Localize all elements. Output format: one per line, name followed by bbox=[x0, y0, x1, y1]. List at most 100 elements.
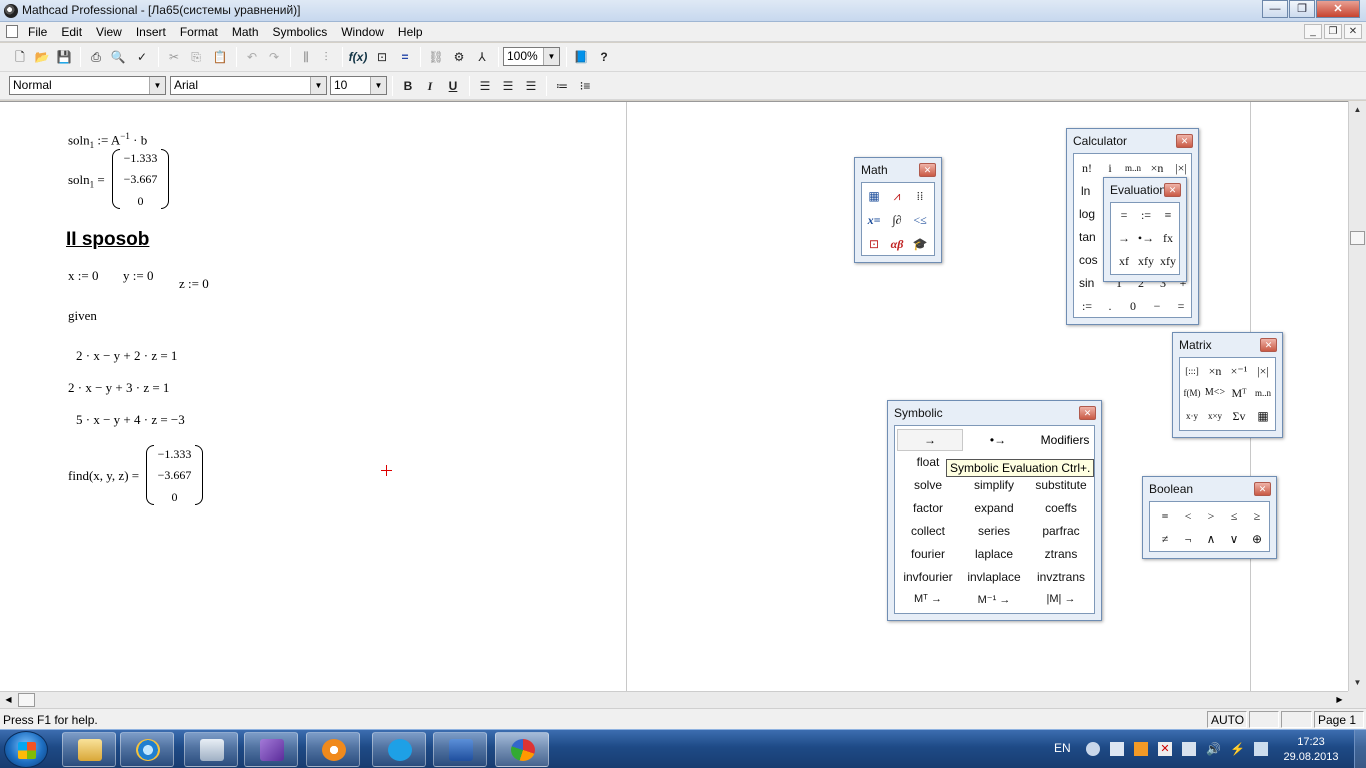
assign-button[interactable]: := bbox=[1076, 295, 1098, 317]
find-result-matrix[interactable]: −1.333 −3.667 0 bbox=[146, 445, 203, 505]
align-across-icon[interactable]: ⫼ bbox=[296, 47, 316, 67]
decimal-point-button[interactable]: . bbox=[1099, 295, 1121, 317]
soln1-definition[interactable]: soln1 := A−1 · b bbox=[68, 131, 147, 150]
action-center-icon[interactable]: ✕ bbox=[1158, 742, 1172, 756]
matrix-inverse-button[interactable]: ×⁻¹ bbox=[1228, 360, 1250, 382]
xor-button[interactable]: ⊕ bbox=[1246, 528, 1268, 550]
y-initial-value[interactable]: y := 0 bbox=[123, 268, 153, 284]
collect-button[interactable]: collect bbox=[895, 524, 961, 538]
symbolic-toolbar-icon[interactable]: 🎓 bbox=[909, 233, 931, 255]
menu-insert[interactable]: Insert bbox=[136, 25, 166, 39]
menu-help[interactable]: Help bbox=[398, 25, 423, 39]
infix-operator-button[interactable]: xfy bbox=[1135, 250, 1157, 272]
or-button[interactable]: ∨ bbox=[1223, 528, 1245, 550]
coeffs-button[interactable]: coeffs bbox=[1027, 501, 1095, 515]
bullet-list-icon[interactable]: ≔ bbox=[552, 76, 572, 96]
dot-product-button[interactable]: x·y bbox=[1181, 405, 1203, 427]
global-definition-button[interactable]: ≡ bbox=[1157, 204, 1179, 226]
vertical-scroll-thumb[interactable] bbox=[1350, 231, 1365, 245]
insert-unit-icon[interactable]: ⊡ bbox=[372, 47, 392, 67]
align-left-icon[interactable]: ☰ bbox=[475, 76, 495, 96]
bold-equals-button[interactable]: = bbox=[1154, 505, 1176, 527]
palette-close-icon[interactable]: ✕ bbox=[1260, 338, 1277, 352]
doc-restore-button[interactable]: ❐ bbox=[1324, 24, 1342, 39]
ztrans-button[interactable]: ztrans bbox=[1027, 547, 1095, 561]
taskbar-skype[interactable] bbox=[372, 732, 426, 767]
menu-view[interactable]: View bbox=[96, 25, 122, 39]
imaginary-unit-button[interactable]: i bbox=[1099, 157, 1121, 179]
align-right-icon[interactable]: ☰ bbox=[521, 76, 541, 96]
range-button[interactable]: m..n bbox=[1122, 157, 1144, 179]
prefix-operator-button[interactable]: fx bbox=[1157, 227, 1179, 249]
menu-edit[interactable]: Edit bbox=[61, 25, 82, 39]
maximize-button[interactable]: ❐ bbox=[1289, 0, 1315, 18]
insert-component-icon[interactable]: ⚙ bbox=[449, 47, 469, 67]
symbolic-inverse-button[interactable]: M⁻¹ → bbox=[961, 593, 1027, 606]
keyword-evaluation-button[interactable]: •→ bbox=[965, 429, 1031, 451]
bold-button[interactable]: B bbox=[398, 76, 418, 96]
keyword-arrow-button[interactable]: •→ bbox=[1135, 227, 1157, 249]
greek-toolbar-icon[interactable]: αβ bbox=[886, 233, 908, 255]
symbolic-evaluation-button[interactable]: → bbox=[897, 429, 963, 451]
not-button[interactable]: ¬ bbox=[1177, 528, 1199, 550]
align-down-icon[interactable]: ⫶ bbox=[316, 47, 336, 67]
minus-button[interactable]: − bbox=[1146, 295, 1168, 317]
power-icon[interactable]: ⚡ bbox=[1230, 742, 1245, 756]
symbolic-palette[interactable]: Symbolic ✕ → •→ Modifiers float solve si… bbox=[887, 400, 1102, 621]
solve-button[interactable]: solve bbox=[895, 478, 961, 492]
evaluation-toolbar-icon[interactable]: x= bbox=[863, 209, 885, 231]
font-size-select[interactable]: 10 ▼ bbox=[330, 76, 387, 95]
calculate-icon[interactable]: = bbox=[395, 47, 415, 67]
zoom-select[interactable]: 100% ▼ bbox=[503, 47, 560, 66]
z-initial-value[interactable]: z := 0 bbox=[179, 276, 209, 292]
menu-symbolics[interactable]: Symbolics bbox=[273, 25, 328, 39]
cross-product-button[interactable]: x×y bbox=[1204, 405, 1226, 427]
taskbar-calculator[interactable] bbox=[184, 732, 238, 767]
taskbar-mathcad[interactable] bbox=[495, 732, 549, 767]
vectorize-button[interactable]: f(M) bbox=[1181, 382, 1203, 404]
close-button[interactable]: ✕ bbox=[1316, 0, 1360, 18]
matrix-transpose-button[interactable]: Mᵀ bbox=[1228, 382, 1250, 404]
dropdown-arrow-icon[interactable]: ▼ bbox=[149, 77, 165, 94]
help-question-icon[interactable]: ? bbox=[594, 47, 614, 67]
menu-format[interactable]: Format bbox=[180, 25, 218, 39]
symbolic-determinant-button[interactable]: |M| → bbox=[1027, 593, 1095, 605]
less-than-button[interactable]: < bbox=[1177, 505, 1199, 527]
doc-minimize-button[interactable]: _ bbox=[1304, 24, 1322, 39]
undo-icon[interactable]: ↶ bbox=[242, 47, 262, 67]
matrix-subscript-button[interactable]: ×n bbox=[1204, 360, 1226, 382]
network-icon[interactable] bbox=[1182, 742, 1196, 756]
taskbar-clock[interactable]: 17:23 29.08.2013 bbox=[1276, 735, 1346, 765]
document-icon[interactable] bbox=[6, 25, 18, 38]
greater-or-equal-button[interactable]: ≥ bbox=[1246, 505, 1268, 527]
print-preview-icon[interactable]: 🔍 bbox=[108, 47, 128, 67]
resources-icon[interactable]: 📘 bbox=[571, 47, 591, 67]
soln1-evaluation-label[interactable]: soln1 = bbox=[68, 172, 105, 190]
tray-app-icon[interactable] bbox=[1254, 742, 1268, 756]
ln-button[interactable]: ln bbox=[1081, 180, 1090, 202]
insert-hyperlink-icon[interactable]: ⛓ bbox=[426, 47, 446, 67]
equation-1[interactable]: 2 · x − y + 2 · z = 1 bbox=[76, 348, 177, 364]
matrix-palette[interactable]: Matrix ✕ [:::] ×n ×⁻¹ |×| f(M) M<> Mᵀ m.… bbox=[1172, 332, 1283, 438]
soln1-result-matrix[interactable]: −1.333 −3.667 0 bbox=[112, 149, 169, 209]
less-or-equal-button[interactable]: ≤ bbox=[1223, 505, 1245, 527]
modifiers-button[interactable]: Modifiers bbox=[1033, 429, 1097, 451]
treefix-operator-button[interactable]: xfy bbox=[1157, 250, 1179, 272]
symbolic-transpose-button[interactable]: Mᵀ → bbox=[895, 593, 961, 605]
simplify-button[interactable]: simplify bbox=[961, 478, 1027, 492]
insert-function-icon[interactable]: f(x) bbox=[348, 47, 368, 67]
minimize-button[interactable]: — bbox=[1262, 0, 1288, 18]
insert-matrix-button[interactable]: [:::] bbox=[1181, 360, 1203, 382]
palette-close-icon[interactable]: ✕ bbox=[1176, 134, 1193, 148]
invztrans-button[interactable]: invztrans bbox=[1027, 570, 1095, 584]
find-expression[interactable]: find(x, y, z) = bbox=[68, 468, 139, 484]
greater-than-button[interactable]: > bbox=[1200, 505, 1222, 527]
palette-close-icon[interactable]: ✕ bbox=[1254, 482, 1271, 496]
align-center-icon[interactable]: ☰ bbox=[498, 76, 518, 96]
palette-close-icon[interactable]: ✕ bbox=[1164, 183, 1181, 197]
style-select[interactable]: Normal ▼ bbox=[9, 76, 166, 95]
factorial-button[interactable]: n! bbox=[1076, 157, 1098, 179]
mathcad-app-icon[interactable] bbox=[4, 4, 18, 18]
log-button[interactable]: log bbox=[1079, 203, 1095, 225]
matrix-toolbar-icon[interactable]: ⁞⁞ bbox=[909, 185, 931, 207]
